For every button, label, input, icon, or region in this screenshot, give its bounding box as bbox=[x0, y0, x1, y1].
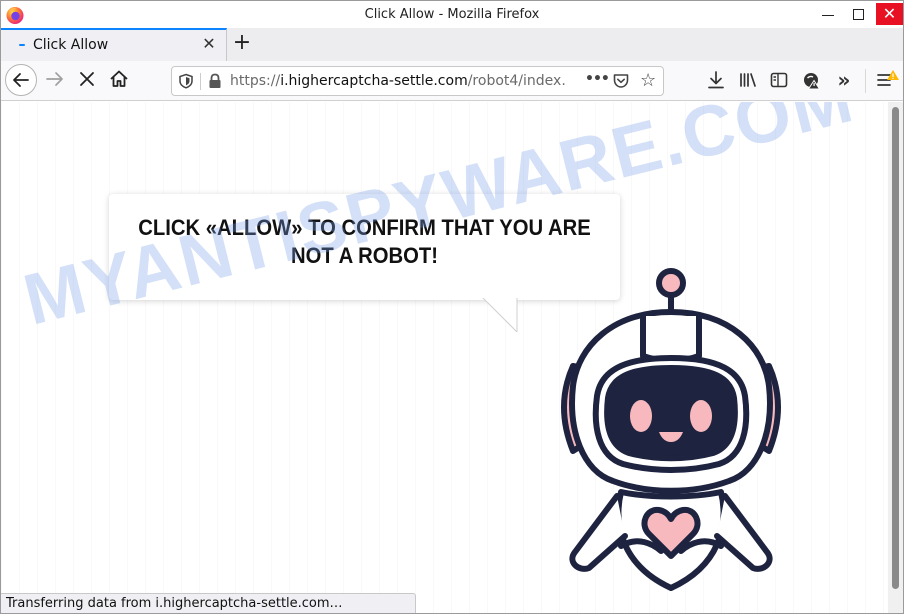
minimize-button[interactable] bbox=[813, 1, 843, 28]
url-text[interactable]: https://i.highercaptcha-settle.com/robot… bbox=[230, 73, 575, 89]
robot-visor bbox=[604, 365, 738, 462]
robot-left-eye bbox=[630, 400, 652, 432]
library-icon bbox=[740, 73, 756, 87]
bookmark-star-button[interactable]: ☆ bbox=[640, 70, 656, 91]
tracking-protection-icon bbox=[804, 73, 821, 90]
browser-window: Click Allow - Mozilla Firefox ✕ Click Al… bbox=[0, 0, 904, 614]
toolbar-separator bbox=[865, 69, 866, 93]
download-icon bbox=[708, 71, 724, 89]
page-actions-button[interactable]: ••• bbox=[585, 71, 610, 87]
tab-title: Click Allow bbox=[33, 37, 109, 53]
maximize-button[interactable] bbox=[843, 1, 873, 28]
tab-close-button[interactable]: ✕ bbox=[200, 34, 218, 54]
back-button[interactable] bbox=[5, 64, 37, 96]
url-bar[interactable]: https://i.highercaptcha-settle.com/robot… bbox=[171, 66, 664, 96]
overflow-menu-button[interactable]: » bbox=[833, 69, 855, 91]
home-button[interactable] bbox=[108, 68, 130, 90]
navigation-toolbar: https://i.highercaptcha-settle.com/robot… bbox=[1, 61, 903, 101]
tab-strip: Click Allow ✕ + bbox=[1, 28, 903, 61]
sidebar-icon bbox=[770, 72, 788, 88]
robot-right-eye bbox=[690, 400, 712, 432]
tracking-shield-icon[interactable] bbox=[178, 73, 194, 89]
message-bubble: CLICK «ALLOW» TO CONFIRM THAT YOU ARE NO… bbox=[109, 194, 620, 300]
menu-icon bbox=[877, 70, 899, 86]
robot-right-arm bbox=[714, 493, 773, 572]
app-menu-button[interactable] bbox=[873, 69, 903, 91]
robot-illustration bbox=[561, 268, 781, 591]
vertical-scrollbar[interactable] bbox=[888, 102, 903, 613]
close-window-button[interactable]: ✕ bbox=[876, 3, 903, 25]
back-arrow-icon bbox=[13, 73, 29, 87]
forward-button[interactable] bbox=[44, 68, 66, 90]
page-content: CLICK «ALLOW» TO CONFIRM THAT YOU ARE NO… bbox=[1, 102, 888, 613]
robot-helmet-stripe bbox=[640, 313, 702, 364]
url-scheme: https:// bbox=[230, 73, 281, 89]
forward-arrow-icon bbox=[46, 72, 63, 86]
loading-indicator-icon bbox=[19, 44, 25, 46]
status-panel: Transferring data from i.highercaptcha-s… bbox=[1, 593, 416, 613]
robot-antenna-ball bbox=[656, 268, 686, 298]
url-host: i.highercaptcha-settle.com bbox=[280, 73, 468, 89]
stop-icon bbox=[80, 72, 94, 86]
speech-bubble-tail bbox=[482, 298, 518, 332]
sidebar-button[interactable] bbox=[768, 69, 790, 91]
new-tab-button[interactable]: + bbox=[231, 31, 253, 55]
library-button[interactable] bbox=[737, 69, 759, 91]
tab-click-allow[interactable]: Click Allow ✕ bbox=[1, 28, 227, 61]
url-separator bbox=[200, 73, 201, 90]
tracking-protection-button[interactable] bbox=[801, 69, 823, 91]
home-icon bbox=[110, 70, 128, 87]
url-path: /robot4/index. bbox=[467, 73, 566, 89]
window-title: Click Allow - Mozilla Firefox bbox=[364, 7, 540, 22]
robot-confirm-message: CLICK «ALLOW» TO CONFIRM THAT YOU ARE NO… bbox=[138, 215, 591, 268]
title-bar: Click Allow - Mozilla Firefox ✕ bbox=[1, 1, 903, 28]
lock-icon[interactable] bbox=[208, 73, 222, 89]
robot-left-arm bbox=[569, 493, 628, 572]
scrollbar-thumb[interactable] bbox=[892, 107, 899, 589]
stop-button[interactable] bbox=[76, 68, 98, 90]
pocket-icon[interactable] bbox=[612, 72, 630, 90]
downloads-button[interactable] bbox=[705, 69, 727, 91]
